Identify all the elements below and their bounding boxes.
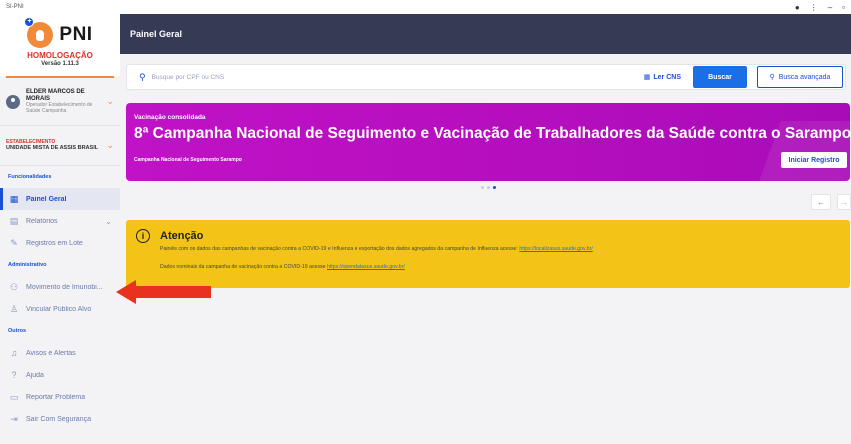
sidebar-item-label: Movimento de Imunobi... xyxy=(26,283,103,291)
attention-text-1-body: Painéis com os dados das campanhas de va… xyxy=(160,246,520,252)
sidebar-item-label: Sair Com Segurança xyxy=(26,415,91,423)
user-card[interactable]: ELDER MARCOS DE MORAIS Operador Estabele… xyxy=(0,78,120,126)
logo-area: + PNI HOMOLOGAÇÃO Versão 1.11.3 xyxy=(0,14,120,76)
qr-code-icon: ▦ xyxy=(643,74,651,81)
carousel-dot-active[interactable] xyxy=(493,186,496,189)
localizasus-link[interactable]: https://localizasus.saude.gov.br/ xyxy=(519,246,592,252)
campaign-banner: Vacinação consolidada 8ª Campanha Nacion… xyxy=(126,103,850,181)
sidebar-item-label: Relatórios xyxy=(26,217,58,225)
info-icon: i xyxy=(136,229,150,243)
search-input[interactable]: Busque por CPF ou CNS xyxy=(152,74,644,81)
section-funcionalidades: Funcionalidades xyxy=(8,174,52,180)
banner-title: 8ª Campanha Nacional de Seguimento e Vac… xyxy=(134,125,850,142)
sidebar-item-avisos[interactable]: ♫ Avisos e Alertas xyxy=(0,342,120,364)
chevron-down-icon[interactable]: ⌄ xyxy=(106,96,114,107)
logo: + PNI xyxy=(24,17,93,48)
restore-icon[interactable]: ▫ xyxy=(842,3,845,12)
iniciar-registro-button[interactable]: Iniciar Registro xyxy=(781,152,847,168)
window-controls: ● ⋮ – ▫ xyxy=(795,3,845,12)
chevron-down-icon[interactable]: ⌄ xyxy=(105,217,112,226)
sidebar-item-vincular-publico-alvo[interactable]: ♙ Vincular Público Alvo xyxy=(0,298,120,320)
sidebar-item-reportar[interactable]: ▭ Reportar Problema xyxy=(0,386,120,408)
window-title: SI-PNI xyxy=(6,4,24,10)
red-arrow-annotation xyxy=(116,280,211,304)
attention-text-1: Painéis com os dados das campanhas de va… xyxy=(160,246,593,252)
movement-icon: ⚇ xyxy=(9,281,19,292)
user-role: Operador Estabelecimento de Saúde Campan… xyxy=(26,102,93,114)
section-outros: Outros xyxy=(8,328,27,334)
dashboard-icon: ▦ xyxy=(9,193,19,204)
chevron-down-icon[interactable]: ⌄ xyxy=(106,140,114,151)
buscar-button[interactable]: Buscar xyxy=(693,66,747,88)
report-icon: ▤ xyxy=(9,215,19,226)
busca-avancada-button[interactable]: ⚲ Busca avançada xyxy=(757,66,843,88)
establishment-selector[interactable]: ESTABELECIMENTO UNIDADE MISTA DE ASSIS B… xyxy=(0,126,120,166)
search-area: ⚲ Busque por CPF ou CNS ▦ Ler CNS Buscar… xyxy=(120,54,851,100)
attention-text-2-body: Dados nominais da campanha de vacinação … xyxy=(160,264,327,270)
minimize-icon[interactable]: – xyxy=(828,3,832,12)
sidebar-item-registros-em-lote[interactable]: ✎ Registros em Lote xyxy=(0,232,120,254)
ler-cns-button[interactable]: ▦ Ler CNS xyxy=(643,73,681,82)
page-header: Painel Geral xyxy=(120,14,851,54)
help-icon: ? xyxy=(11,370,17,380)
arrow-right-icon[interactable]: → xyxy=(837,194,851,210)
sidebar-item-ajuda[interactable]: ? Ajuda xyxy=(0,364,120,386)
sidebar-item-label: Vincular Público Alvo xyxy=(26,305,92,313)
chat-icon: ▭ xyxy=(9,391,19,402)
version-label: Versão 1.11.3 xyxy=(41,61,79,67)
carousel-indicators xyxy=(481,186,496,189)
window-titlebar: SI-PNI ● ⋮ – ▫ xyxy=(0,0,851,14)
bell-icon: ♫ xyxy=(10,348,18,358)
sidebar-item-label: Registros em Lote xyxy=(26,239,83,247)
carousel-arrows: ← → xyxy=(811,194,851,210)
syringe-icon: ✎ xyxy=(10,237,18,248)
opendatasus-link[interactable]: https://opendatasus.saude.gov.br/ xyxy=(327,264,405,270)
carousel-dot[interactable] xyxy=(481,186,484,189)
environment-label: HOMOLOGAÇÃO xyxy=(27,51,93,60)
user-name: ELDER MARCOS DE MORAIS xyxy=(26,88,85,102)
sidebar-item-label: Reportar Problema xyxy=(26,393,86,401)
more-icon[interactable]: ⋮ xyxy=(810,3,818,12)
busca-avancada-label: Busca avançada xyxy=(778,73,831,81)
attention-text-2: Dados nominais da campanha de vacinação … xyxy=(160,264,405,270)
attention-notice: i Atenção Painéis com os dados das campa… xyxy=(126,220,850,288)
bell-icon[interactable]: ● xyxy=(795,3,800,12)
sidebar-item-painel-geral[interactable]: ▦ Painel Geral xyxy=(0,188,120,210)
sidebar-item-relatorios[interactable]: ▤ Relatórios ⌄ xyxy=(0,210,120,232)
sidebar-item-sair[interactable]: ⇥ Sair Com Segurança xyxy=(0,408,120,430)
establishment-name: UNIDADE MISTA DE ASSIS BRASIL xyxy=(6,145,99,152)
search-icon: ⚲ xyxy=(139,71,146,82)
vaccine-drop-icon: + xyxy=(24,17,54,48)
user-icon: ♙ xyxy=(9,303,19,314)
plus-icon: + xyxy=(24,17,35,27)
section-administrativo: Administrativo xyxy=(8,262,47,268)
sidebar: + PNI HOMOLOGAÇÃO Versão 1.11.3 ELDER MA… xyxy=(0,14,120,444)
search-icon: ⚲ xyxy=(769,74,775,81)
sidebar-item-label: Avisos e Alertas xyxy=(26,349,76,357)
banner-campaign-name: Campanha Nacional de Seguimento Sarampo xyxy=(134,157,242,163)
attention-title: Atenção xyxy=(160,230,204,242)
logo-text: PNI xyxy=(59,24,93,45)
page-title: Painel Geral xyxy=(130,29,183,39)
banner-subtitle: Vacinação consolidada xyxy=(134,114,206,121)
sidebar-item-label: Ajuda xyxy=(26,371,44,379)
ler-cns-label: Ler CNS xyxy=(653,73,681,81)
sidebar-item-label: Painel Geral xyxy=(26,195,67,203)
sidebar-item-movimento-imunobiologico[interactable]: ⚇ Movimento de Imunobi... xyxy=(0,276,120,298)
carousel-dot[interactable] xyxy=(487,186,490,189)
main-content: Vacinação consolidada 8ª Campanha Nacion… xyxy=(120,100,851,444)
arrow-left-icon[interactable]: ← xyxy=(811,194,831,210)
avatar xyxy=(6,94,20,109)
search-bar: ⚲ Busque por CPF ou CNS ▦ Ler CNS Buscar… xyxy=(126,64,846,90)
logout-icon: ⇥ xyxy=(10,413,18,424)
